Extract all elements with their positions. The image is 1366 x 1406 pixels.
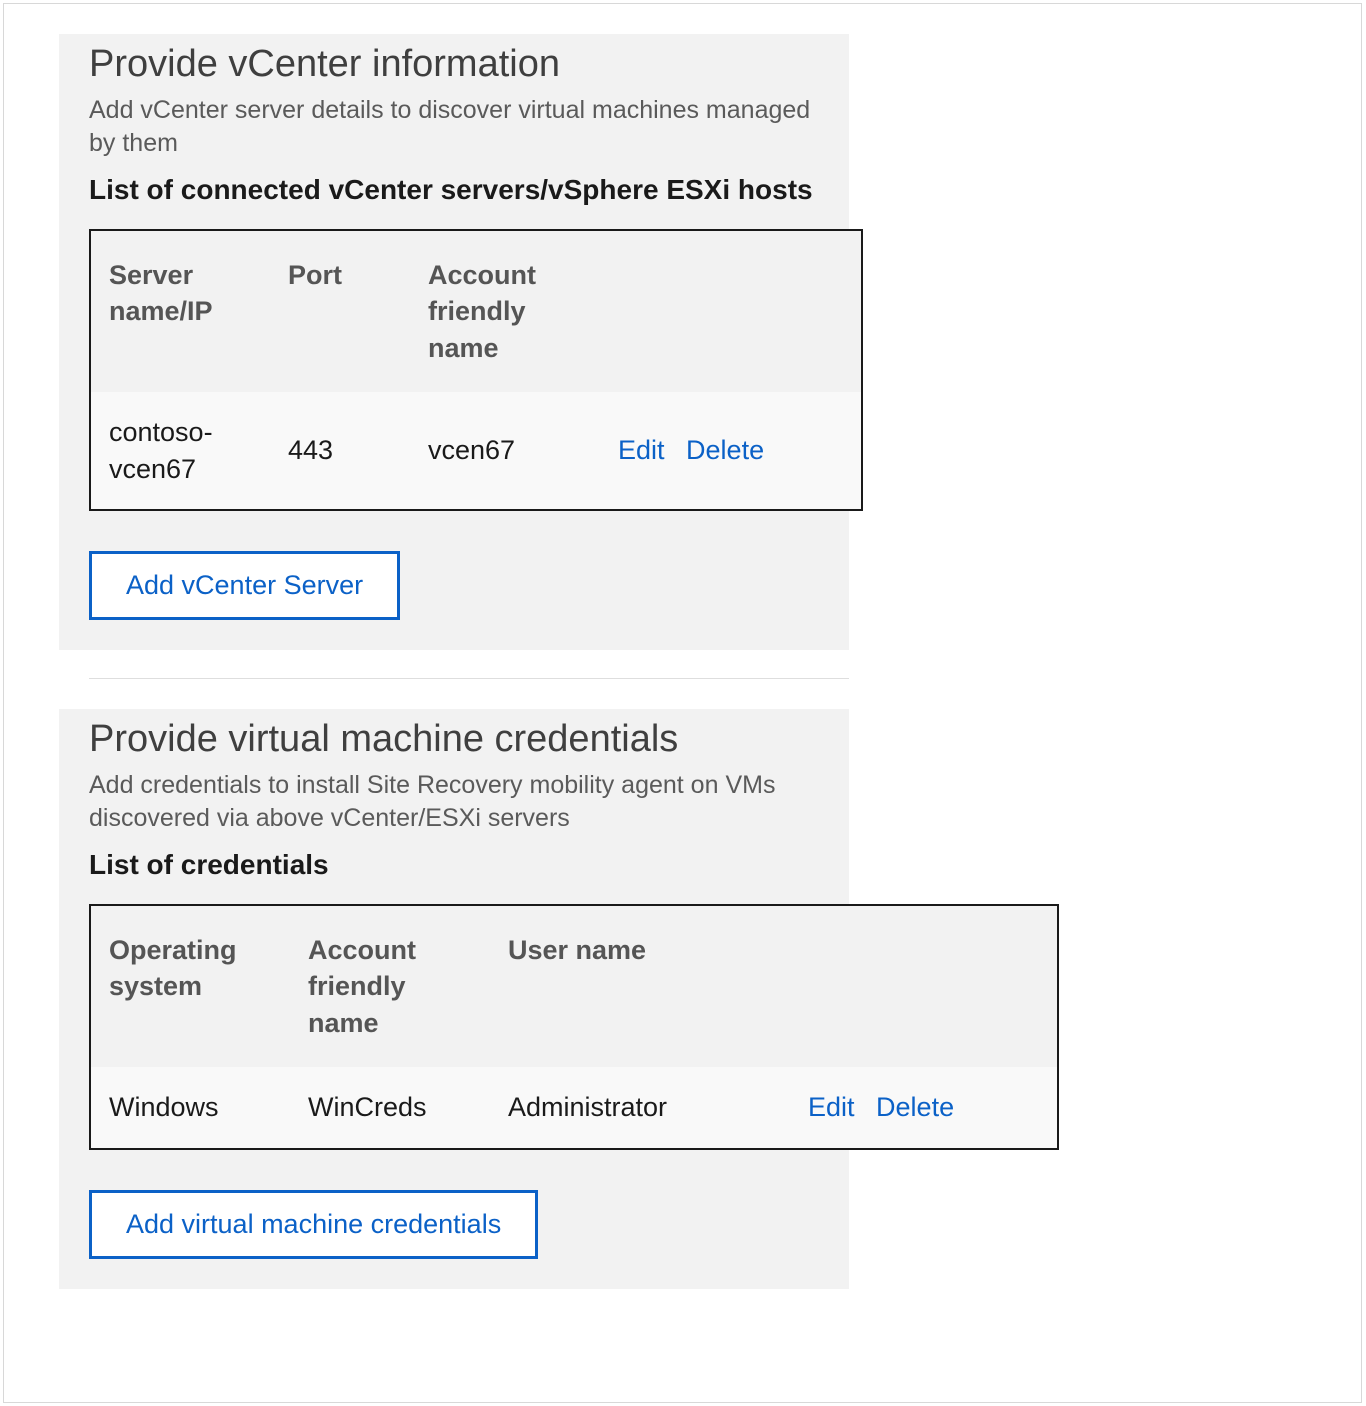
vcenter-table: Server name/IP Port Account friendly nam… bbox=[89, 229, 863, 511]
cell-account: vcen67 bbox=[410, 392, 600, 510]
col-port: Port bbox=[270, 230, 410, 392]
edit-link[interactable]: Edit bbox=[808, 1092, 855, 1122]
vm-creds-subheading: List of credentials bbox=[89, 846, 819, 884]
cell-port: 443 bbox=[270, 392, 410, 510]
vm-creds-description: Add credentials to install Site Recovery… bbox=[89, 769, 819, 837]
credentials-table: Operating system Account friendly name U… bbox=[89, 904, 1059, 1150]
add-vcenter-button[interactable]: Add vCenter Server bbox=[89, 551, 400, 620]
col-os: Operating system bbox=[90, 905, 290, 1067]
divider bbox=[89, 678, 849, 679]
col-server: Server name/IP bbox=[90, 230, 270, 392]
col-account: Account friendly name bbox=[290, 905, 490, 1067]
config-page: Provide vCenter information Add vCenter … bbox=[3, 3, 1362, 1403]
cell-actions: Edit Delete bbox=[600, 392, 862, 510]
vm-creds-title: Provide virtual machine credentials bbox=[89, 717, 819, 763]
delete-link[interactable]: Delete bbox=[686, 435, 764, 465]
col-account: Account friendly name bbox=[410, 230, 600, 392]
table-row: contoso-vcen67 443 vcen67 Edit Delete bbox=[90, 392, 862, 510]
vcenter-description: Add vCenter server details to discover v… bbox=[89, 94, 819, 162]
cell-actions: Edit Delete bbox=[790, 1067, 1058, 1148]
col-actions bbox=[790, 905, 1058, 1067]
delete-link[interactable]: Delete bbox=[876, 1092, 954, 1122]
vcenter-title: Provide vCenter information bbox=[89, 42, 819, 88]
cell-account: WinCreds bbox=[290, 1067, 490, 1148]
col-username: User name bbox=[490, 905, 790, 1067]
vm-creds-panel: Provide virtual machine credentials Add … bbox=[59, 709, 849, 1289]
vcenter-panel: Provide vCenter information Add vCenter … bbox=[59, 34, 849, 650]
cell-os: Windows bbox=[90, 1067, 290, 1148]
table-row: Windows WinCreds Administrator Edit Dele… bbox=[90, 1067, 1058, 1148]
cell-server: contoso-vcen67 bbox=[90, 392, 270, 510]
cell-username: Administrator bbox=[490, 1067, 790, 1148]
col-actions bbox=[600, 230, 862, 392]
vcenter-subheading: List of connected vCenter servers/vSpher… bbox=[89, 171, 819, 209]
add-vm-creds-button[interactable]: Add virtual machine credentials bbox=[89, 1190, 538, 1259]
edit-link[interactable]: Edit bbox=[618, 435, 665, 465]
